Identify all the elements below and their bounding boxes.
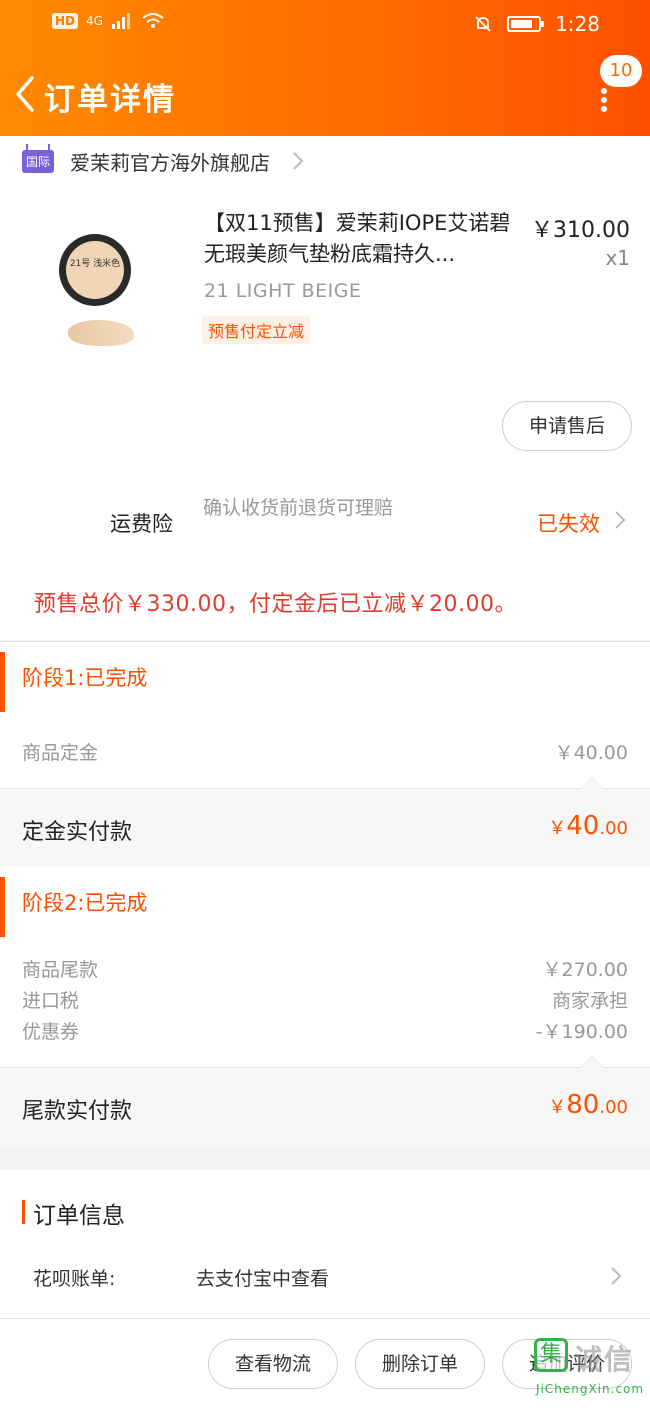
stage-marker (0, 652, 5, 712)
delete-order-button[interactable]: 删除订单 (355, 1339, 485, 1389)
more-icon[interactable] (594, 86, 614, 116)
stage-marker (0, 877, 5, 937)
shop-name: 爱茉莉官方海外旗舰店 (70, 150, 271, 175)
pay-label: 定金实付款 (22, 820, 133, 845)
chevron-right-icon[interactable] (614, 510, 626, 530)
stage2-section: 阶段2:已完成 商品尾款 ￥270.00 进口税 商家承担 优惠券 -￥190.… (0, 867, 650, 1147)
cushion-compact: 21号 浅米色 (59, 234, 131, 306)
chevron-right-icon (293, 152, 304, 170)
app-header: HD 4G 1:28 订单详情 10 (0, 0, 650, 136)
order-info-title: 订单信息 (33, 1203, 125, 1229)
stage1-pay-row: 定金实付款 ￥40.00 (0, 777, 650, 868)
watermark: 集 诚信 JiChengXin.com (530, 1332, 650, 1408)
shop-row[interactable]: 国际 爱茉莉官方海外旗舰店 (22, 143, 304, 178)
battery-icon (507, 16, 545, 32)
product-quantity: x1 (605, 246, 630, 270)
signal-icon (111, 13, 130, 29)
clock: 1:28 (555, 12, 600, 36)
fee-row: 优惠券 -￥190.00 (22, 1017, 628, 1047)
fee-label: 优惠券 (22, 1021, 80, 1043)
compact-label: 21号 浅米色 (66, 241, 124, 299)
shipping-insurance-desc: 确认收货前退货可理赔 (203, 497, 394, 519)
pay-label: 尾款实付款 (22, 1099, 133, 1124)
status-bar: HD 4G 1:28 (0, 0, 650, 50)
huabei-link[interactable]: 去支付宝中查看 (196, 1264, 329, 1291)
page-title: 订单详情 (44, 82, 176, 118)
view-logistics-button[interactable]: 查看物流 (208, 1339, 338, 1389)
fee-value: ￥270.00 (542, 959, 628, 981)
presale-note: 预售总价￥330.00，付定金后已立减￥20.00。 (34, 592, 517, 617)
after-sale-button[interactable]: 申请售后 (502, 401, 632, 451)
product-title[interactable]: 【双11预售】爱茉莉IOPE艾诺碧无瑕美颜气垫粉底霜持久... (204, 208, 522, 270)
message-count-badge[interactable]: 10 (600, 55, 642, 87)
presale-tag: 预售付定立减 (202, 316, 311, 344)
hd-indicator: HD (52, 13, 79, 29)
wifi-icon (142, 13, 164, 28)
pay-amount: ￥40.00 (548, 811, 628, 841)
order-info-section: 订单信息 花呗账单: 去支付宝中查看 (0, 1170, 650, 1318)
fee-label: 商品定金 (22, 742, 99, 764)
fee-value: -￥190.00 (535, 1021, 628, 1043)
stage1-title: 阶段1:已完成 (22, 666, 148, 690)
product-image[interactable]: 21号 浅米色 (56, 232, 146, 362)
fee-label: 商品尾款 (22, 959, 99, 981)
fee-label: 进口税 (22, 990, 80, 1012)
pay-amount: ￥80.00 (548, 1090, 628, 1120)
huabei-label: 花呗账单: (33, 1268, 116, 1290)
product-card: 国际 爱茉莉官方海外旗舰店 21号 浅米色 【双11预售】爱茉莉IOPE艾诺碧无… (0, 136, 650, 640)
product-price: ￥310.00 (531, 218, 630, 243)
stage1-section: 阶段1:已完成 商品定金 ￥40.00 定金实付款 ￥40.00 (0, 641, 650, 868)
back-icon[interactable] (10, 74, 40, 114)
stage2-title: 阶段2:已完成 (22, 891, 148, 915)
chevron-right-icon[interactable] (610, 1266, 622, 1286)
fee-row: 进口税 商家承担 (22, 986, 628, 1016)
watermark-logo-icon: 集 (534, 1338, 568, 1372)
watermark-url: JiChengXin.com (536, 1382, 645, 1396)
intl-tag: 国际 (22, 143, 55, 173)
mute-bell-icon (475, 16, 491, 32)
section-marker (22, 1200, 25, 1224)
foundation-swatch (68, 320, 134, 346)
fee-value: ￥40.00 (554, 742, 628, 764)
watermark-text: 诚信 (574, 1343, 635, 1376)
shipping-insurance-status[interactable]: 已失效 (537, 508, 600, 538)
fee-row: 商品尾款 ￥270.00 (22, 955, 628, 985)
stage2-pay-row: 尾款实付款 ￥80.00 (0, 1056, 650, 1147)
fee-value: 商家承担 (551, 990, 628, 1012)
product-sku: 21 LIGHT BEIGE (204, 280, 362, 302)
network-indicator: 4G (86, 14, 103, 28)
fee-row: 商品定金 ￥40.00 (22, 738, 628, 768)
shipping-insurance-label: 运费险 (110, 512, 173, 536)
